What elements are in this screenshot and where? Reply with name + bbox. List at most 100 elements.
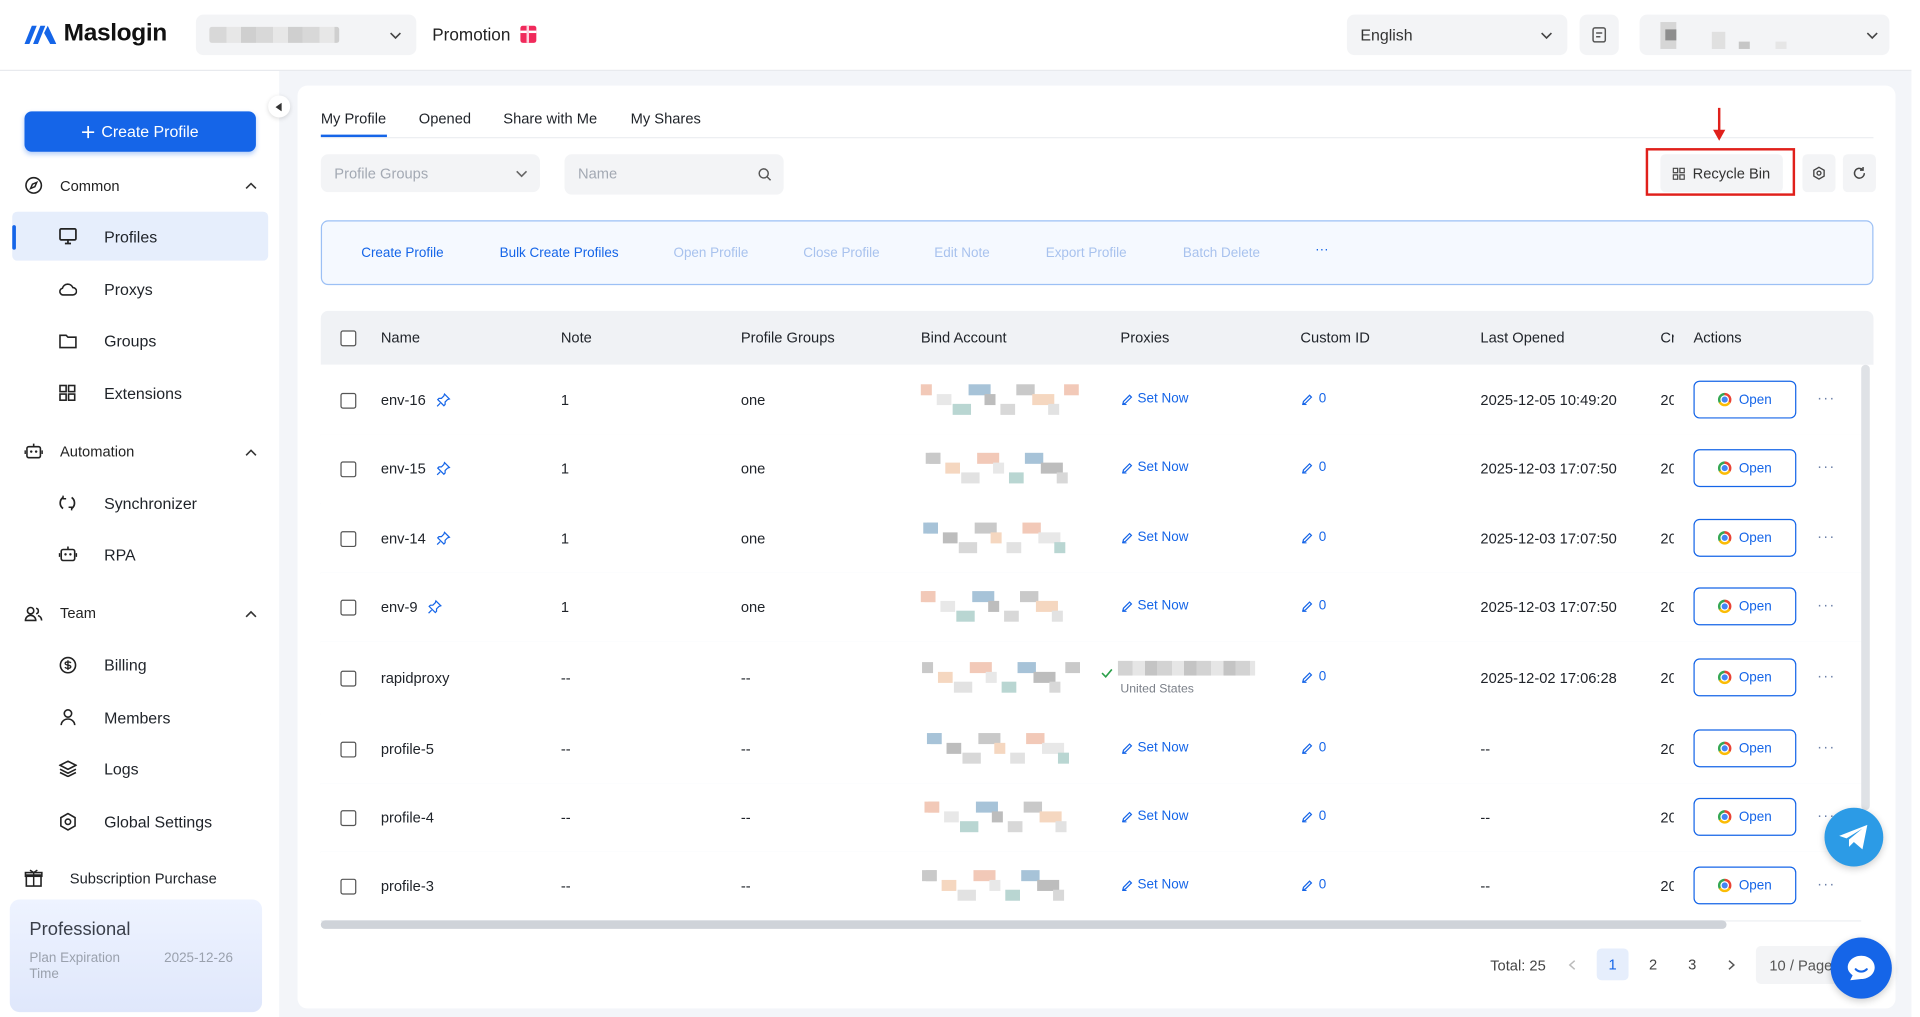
subscription-purchase-link[interactable]: Subscription Purchase bbox=[24, 869, 217, 887]
row-checkbox[interactable] bbox=[340, 599, 357, 616]
column-header[interactable]: Profile Groups bbox=[741, 329, 835, 346]
bulk-batch-delete[interactable]: Batch Delete bbox=[1183, 246, 1260, 261]
note-cell[interactable]: 1 bbox=[561, 598, 569, 615]
profile-groups-filter[interactable]: Profile Groups bbox=[320, 154, 540, 193]
create-profile-button[interactable]: Create Profile bbox=[24, 111, 256, 152]
pin-icon[interactable] bbox=[427, 599, 442, 615]
more-actions-icon[interactable]: ··· bbox=[1817, 667, 1835, 684]
pin-icon[interactable] bbox=[436, 392, 451, 408]
set-proxy-button[interactable]: Set Now bbox=[1122, 392, 1188, 406]
table-row[interactable]: rapidproxy -- -- United States 0 2025-12-02 1… bbox=[320, 641, 1862, 715]
section-team[interactable]: Team bbox=[24, 605, 257, 622]
sidebar-item-proxys[interactable]: Proxys bbox=[12, 264, 268, 313]
custom-id-cell[interactable]: 0 bbox=[1302, 809, 1326, 824]
tab-share-with-me[interactable]: Share with Me bbox=[503, 110, 597, 127]
open-profile-button[interactable]: Open bbox=[1693, 518, 1797, 557]
bulk-export-profile[interactable]: Export Profile bbox=[1046, 246, 1127, 261]
more-actions-icon[interactable]: ··· bbox=[1817, 738, 1835, 755]
open-profile-button[interactable]: Open bbox=[1693, 797, 1797, 836]
page-button-3[interactable]: 3 bbox=[1676, 948, 1708, 980]
page-button-1[interactable]: 1 bbox=[1596, 948, 1629, 981]
open-profile-button[interactable]: Open bbox=[1693, 729, 1797, 768]
section-common[interactable]: Common bbox=[24, 176, 257, 194]
tab-my-shares[interactable]: My Shares bbox=[631, 110, 701, 127]
more-actions-icon[interactable]: ··· bbox=[1817, 596, 1835, 613]
note-cell[interactable]: 1 bbox=[561, 460, 569, 477]
row-checkbox[interactable] bbox=[340, 392, 357, 409]
profile-name[interactable]: profile-3 bbox=[381, 877, 434, 894]
column-settings-button[interactable] bbox=[1802, 154, 1836, 193]
set-proxy-button[interactable]: Set Now bbox=[1122, 598, 1188, 613]
note-cell[interactable]: -- bbox=[561, 809, 571, 826]
app-logo[interactable]: Maslogin bbox=[24, 20, 167, 48]
set-proxy-button[interactable]: Set Now bbox=[1122, 809, 1188, 824]
custom-id-cell[interactable]: 0 bbox=[1302, 598, 1326, 613]
open-profile-button[interactable]: Open bbox=[1693, 587, 1797, 626]
chevron-right-icon[interactable] bbox=[1727, 959, 1737, 970]
name-search-input[interactable]: Name bbox=[564, 154, 784, 195]
column-header[interactable]: Actions bbox=[1693, 329, 1741, 346]
set-proxy-button[interactable]: Set Now bbox=[1122, 877, 1188, 892]
open-profile-button[interactable]: Open bbox=[1693, 866, 1797, 905]
note-cell[interactable]: 1 bbox=[561, 530, 569, 547]
profile-name[interactable]: profile-5 bbox=[381, 740, 434, 757]
column-header[interactable]: Last Opened bbox=[1480, 329, 1564, 346]
sidebar-item-global-settings[interactable]: Global Settings bbox=[12, 797, 268, 846]
column-header[interactable]: Note bbox=[561, 329, 592, 346]
custom-id-cell[interactable]: 0 bbox=[1302, 460, 1326, 475]
select-all-checkbox[interactable] bbox=[340, 330, 357, 347]
promotion-link[interactable]: Promotion bbox=[432, 24, 537, 44]
section-automation[interactable]: Automation bbox=[24, 443, 257, 460]
sidebar-item-extensions[interactable]: Extensions bbox=[12, 368, 268, 417]
refresh-button[interactable] bbox=[1842, 154, 1876, 193]
profile-name[interactable]: rapidproxy bbox=[381, 669, 450, 686]
row-checkbox[interactable] bbox=[340, 741, 357, 758]
profile-name[interactable]: profile-4 bbox=[381, 809, 434, 826]
table-row[interactable]: profile-5 -- -- Set Now 0 -- 20 Open ··· bbox=[320, 713, 1862, 785]
table-row[interactable]: profile-4----Set Now0--20Open··· bbox=[320, 783, 1862, 854]
column-header[interactable]: Cr bbox=[1660, 329, 1673, 346]
sidebar-item-logs[interactable]: Logs bbox=[12, 744, 268, 793]
horizontal-scrollbar[interactable] bbox=[320, 920, 1727, 929]
vertical-scrollbar[interactable] bbox=[1861, 364, 1870, 811]
table-row[interactable]: env-16 1 one Set Now 0 2025-12-05 10:49:20 20 O… bbox=[320, 364, 1862, 436]
note-cell[interactable]: -- bbox=[561, 877, 571, 894]
set-proxy-button[interactable]: Set Now bbox=[1122, 530, 1188, 545]
custom-id-cell[interactable]: 0 bbox=[1302, 392, 1326, 406]
table-row[interactable]: profile-3 -- -- Set Now 0 -- 20 Open ··· bbox=[320, 851, 1862, 922]
chevron-left-icon[interactable] bbox=[1567, 959, 1577, 970]
note-cell[interactable]: 1 bbox=[561, 392, 569, 409]
row-checkbox[interactable] bbox=[340, 461, 357, 478]
page-button-2[interactable]: 2 bbox=[1637, 948, 1669, 980]
column-header[interactable]: Custom ID bbox=[1300, 329, 1369, 346]
table-row[interactable]: env-9 1 one Set Now 0 2025-12-03 17:07:50 20 Op… bbox=[320, 572, 1862, 643]
row-checkbox[interactable] bbox=[340, 531, 357, 548]
row-checkbox[interactable] bbox=[340, 670, 357, 687]
set-proxy-button[interactable]: Set Now bbox=[1122, 740, 1188, 755]
row-checkbox[interactable] bbox=[340, 878, 357, 895]
profile-name[interactable]: env-9 bbox=[381, 598, 418, 615]
profile-name[interactable]: env-16 bbox=[381, 392, 426, 409]
pin-icon[interactable] bbox=[436, 461, 451, 476]
note-cell[interactable]: -- bbox=[561, 669, 571, 686]
column-header[interactable]: Proxies bbox=[1120, 329, 1169, 346]
open-profile-button[interactable]: Open bbox=[1693, 380, 1797, 419]
row-checkbox[interactable] bbox=[340, 810, 357, 827]
sidebar-item-groups[interactable]: Groups bbox=[12, 316, 268, 365]
bulk-more-button[interactable]: ··· bbox=[1315, 242, 1328, 257]
telegram-button[interactable] bbox=[1824, 807, 1884, 867]
more-actions-icon[interactable]: ··· bbox=[1817, 527, 1835, 544]
docs-button[interactable] bbox=[1579, 14, 1619, 56]
tab-opened[interactable]: Opened bbox=[419, 110, 471, 127]
account-menu[interactable] bbox=[1639, 14, 1890, 56]
more-actions-icon[interactable]: ··· bbox=[1817, 458, 1835, 475]
more-actions-icon[interactable]: ··· bbox=[1817, 389, 1835, 406]
custom-id-cell[interactable]: 0 bbox=[1302, 877, 1326, 892]
column-header[interactable]: Name bbox=[381, 329, 420, 346]
bulk-edit-note[interactable]: Edit Note bbox=[934, 246, 989, 261]
table-row[interactable]: env-14 1 one Set Now 0 2025-12-03 17:07:50 20 O… bbox=[320, 502, 1862, 574]
profile-name[interactable]: env-14 bbox=[381, 530, 426, 547]
more-actions-icon[interactable]: ··· bbox=[1817, 875, 1835, 892]
custom-id-cell[interactable]: 0 bbox=[1302, 530, 1326, 545]
profile-name[interactable]: env-15 bbox=[381, 460, 426, 477]
